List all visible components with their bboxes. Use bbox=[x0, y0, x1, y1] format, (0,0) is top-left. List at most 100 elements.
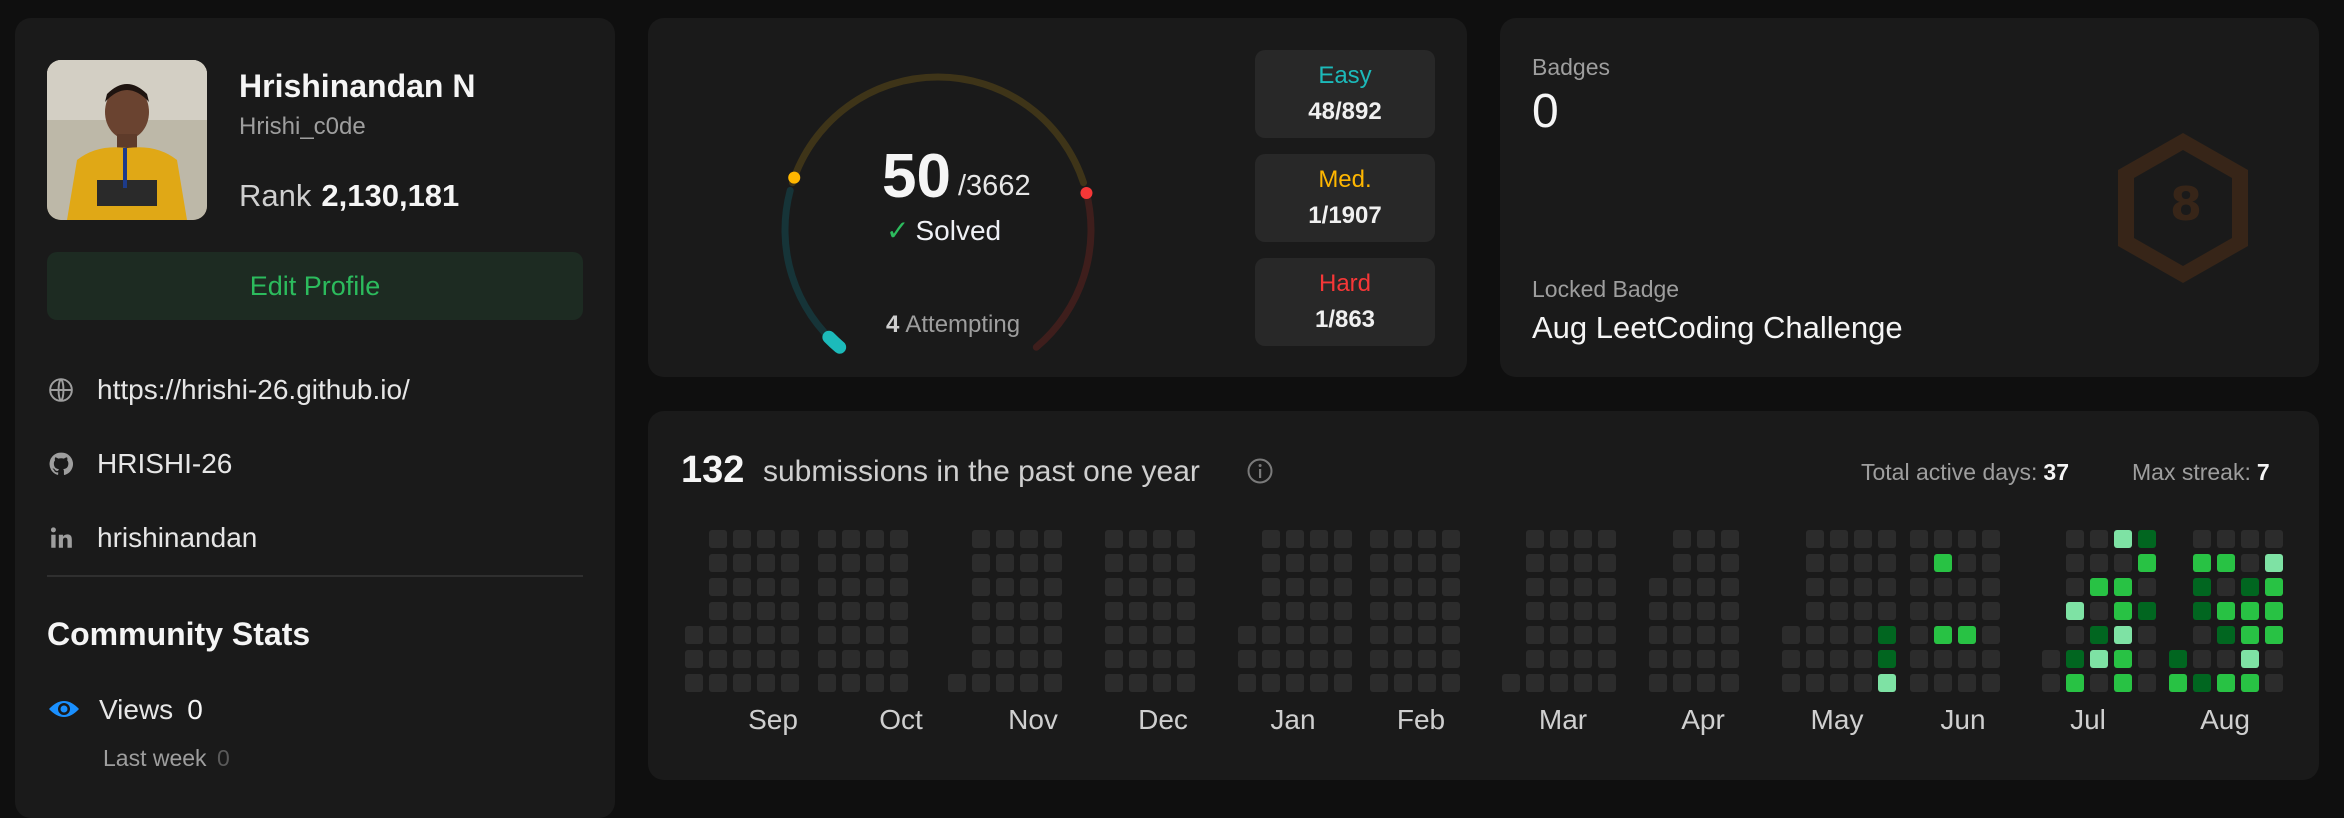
heatmap-day-cell[interactable] bbox=[2066, 674, 2084, 692]
heatmap-day-cell[interactable] bbox=[2241, 602, 2259, 620]
heatmap-day-cell[interactable] bbox=[1982, 650, 2000, 668]
aug-badge-icon[interactable]: 8 bbox=[2108, 128, 2258, 288]
heatmap-day-cell[interactable] bbox=[685, 674, 703, 692]
heatmap-day-cell[interactable] bbox=[685, 626, 703, 644]
medium-stat[interactable]: Med. 1/1907 bbox=[1255, 154, 1435, 242]
heatmap-day-cell[interactable] bbox=[1721, 674, 1739, 692]
heatmap-day-cell[interactable] bbox=[1334, 554, 1352, 572]
heatmap-day-cell[interactable] bbox=[1286, 650, 1304, 668]
heatmap-day-cell[interactable] bbox=[1153, 650, 1171, 668]
heatmap-day-cell[interactable] bbox=[709, 578, 727, 596]
heatmap-day-cell[interactable] bbox=[890, 554, 908, 572]
heatmap-day-cell[interactable] bbox=[842, 650, 860, 668]
heatmap-day-cell[interactable] bbox=[890, 674, 908, 692]
heatmap-day-cell[interactable] bbox=[1020, 602, 1038, 620]
heatmap-day-cell[interactable] bbox=[1153, 602, 1171, 620]
heatmap-day-cell[interactable] bbox=[781, 674, 799, 692]
heatmap-day-cell[interactable] bbox=[1598, 530, 1616, 548]
heatmap-day-cell[interactable] bbox=[996, 578, 1014, 596]
heatmap-day-cell[interactable] bbox=[757, 602, 775, 620]
heatmap-day-cell[interactable] bbox=[1020, 650, 1038, 668]
heatmap-day-cell[interactable] bbox=[1878, 530, 1896, 548]
heatmap-day-cell[interactable] bbox=[2066, 626, 2084, 644]
heatmap-day-cell[interactable] bbox=[2217, 578, 2235, 596]
heatmap-day-cell[interactable] bbox=[1310, 554, 1328, 572]
heatmap-day-cell[interactable] bbox=[709, 530, 727, 548]
heatmap-day-cell[interactable] bbox=[1105, 650, 1123, 668]
heatmap-day-cell[interactable] bbox=[1044, 554, 1062, 572]
heatmap-day-cell[interactable] bbox=[1394, 602, 1412, 620]
heatmap-day-cell[interactable] bbox=[1598, 578, 1616, 596]
heatmap-day-cell[interactable] bbox=[1598, 554, 1616, 572]
heatmap-day-cell[interactable] bbox=[2114, 602, 2132, 620]
heatmap-day-cell[interactable] bbox=[1442, 626, 1460, 644]
heatmap-day-cell[interactable] bbox=[2241, 554, 2259, 572]
heatmap-day-cell[interactable] bbox=[1334, 626, 1352, 644]
heatmap-day-cell[interactable] bbox=[1418, 602, 1436, 620]
heatmap-day-cell[interactable] bbox=[842, 530, 860, 548]
heatmap-day-cell[interactable] bbox=[890, 602, 908, 620]
heatmap-day-cell[interactable] bbox=[996, 602, 1014, 620]
heatmap-day-cell[interactable] bbox=[1934, 626, 1952, 644]
heatmap-day-cell[interactable] bbox=[1782, 650, 1800, 668]
heatmap-day-cell[interactable] bbox=[2241, 578, 2259, 596]
heatmap-day-cell[interactable] bbox=[1262, 554, 1280, 572]
heatmap-day-cell[interactable] bbox=[1442, 578, 1460, 596]
heatmap-day-cell[interactable] bbox=[1105, 626, 1123, 644]
heatmap-day-cell[interactable] bbox=[1934, 674, 1952, 692]
heatmap-day-cell[interactable] bbox=[1153, 554, 1171, 572]
heatmap-day-cell[interactable] bbox=[842, 602, 860, 620]
heatmap-day-cell[interactable] bbox=[1697, 674, 1715, 692]
heatmap-day-cell[interactable] bbox=[1262, 626, 1280, 644]
heatmap-day-cell[interactable] bbox=[1020, 578, 1038, 596]
heatmap-day-cell[interactable] bbox=[1370, 626, 1388, 644]
heatmap-day-cell[interactable] bbox=[1649, 602, 1667, 620]
heatmap-day-cell[interactable] bbox=[996, 650, 1014, 668]
heatmap-day-cell[interactable] bbox=[1878, 626, 1896, 644]
heatmap-day-cell[interactable] bbox=[781, 626, 799, 644]
heatmap-day-cell[interactable] bbox=[1878, 578, 1896, 596]
heatmap-day-cell[interactable] bbox=[1982, 578, 2000, 596]
heatmap-day-cell[interactable] bbox=[2138, 554, 2156, 572]
heatmap-day-cell[interactable] bbox=[1286, 626, 1304, 644]
heatmap-day-cell[interactable] bbox=[709, 650, 727, 668]
heatmap-day-cell[interactable] bbox=[2169, 650, 2187, 668]
heatmap-day-cell[interactable] bbox=[948, 674, 966, 692]
heatmap-day-cell[interactable] bbox=[757, 554, 775, 572]
heatmap-day-cell[interactable] bbox=[1418, 530, 1436, 548]
heatmap-day-cell[interactable] bbox=[2265, 530, 2283, 548]
heatmap-day-cell[interactable] bbox=[1370, 554, 1388, 572]
heatmap-day-cell[interactable] bbox=[890, 626, 908, 644]
heatmap-day-cell[interactable] bbox=[1982, 530, 2000, 548]
heatmap-day-cell[interactable] bbox=[1910, 674, 1928, 692]
heatmap-day-cell[interactable] bbox=[1673, 674, 1691, 692]
heatmap-day-cell[interactable] bbox=[1334, 578, 1352, 596]
heatmap-day-cell[interactable] bbox=[2193, 554, 2211, 572]
heatmap-day-cell[interactable] bbox=[1910, 626, 1928, 644]
heatmap-day-cell[interactable] bbox=[2265, 554, 2283, 572]
heatmap-day-cell[interactable] bbox=[1830, 602, 1848, 620]
heatmap-day-cell[interactable] bbox=[2169, 674, 2187, 692]
heatmap-day-cell[interactable] bbox=[2138, 626, 2156, 644]
heatmap-day-cell[interactable] bbox=[1153, 530, 1171, 548]
heatmap-day-cell[interactable] bbox=[1526, 554, 1544, 572]
heatmap-day-cell[interactable] bbox=[1020, 626, 1038, 644]
linkedin-link[interactable]: hrishinandan bbox=[47, 522, 257, 554]
heatmap-day-cell[interactable] bbox=[1334, 674, 1352, 692]
heatmap-day-cell[interactable] bbox=[1697, 578, 1715, 596]
heatmap-day-cell[interactable] bbox=[1418, 578, 1436, 596]
heatmap-day-cell[interactable] bbox=[818, 554, 836, 572]
heatmap-day-cell[interactable] bbox=[1262, 650, 1280, 668]
heatmap-day-cell[interactable] bbox=[2193, 530, 2211, 548]
heatmap-day-cell[interactable] bbox=[1044, 674, 1062, 692]
heatmap-day-cell[interactable] bbox=[781, 602, 799, 620]
heatmap-day-cell[interactable] bbox=[1394, 578, 1412, 596]
heatmap-day-cell[interactable] bbox=[1105, 578, 1123, 596]
heatmap-day-cell[interactable] bbox=[1262, 602, 1280, 620]
heatmap-day-cell[interactable] bbox=[1910, 554, 1928, 572]
heatmap-day-cell[interactable] bbox=[1721, 650, 1739, 668]
heatmap-day-cell[interactable] bbox=[1721, 530, 1739, 548]
heatmap-day-cell[interactable] bbox=[1982, 602, 2000, 620]
heatmap-day-cell[interactable] bbox=[1721, 554, 1739, 572]
heatmap-day-cell[interactable] bbox=[1105, 602, 1123, 620]
